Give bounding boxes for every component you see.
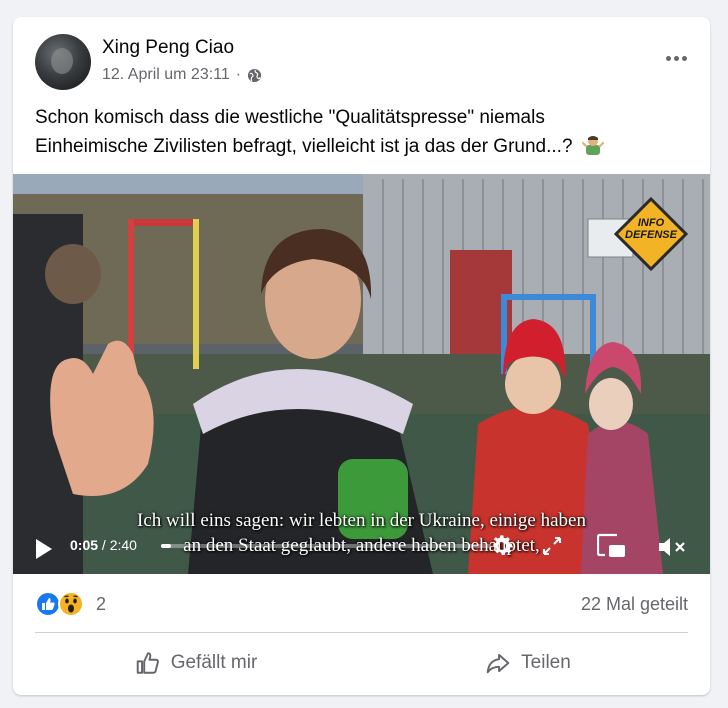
fullscreen-icon[interactable]: [540, 534, 564, 558]
video-controls: 0:05 / 2:40: [13, 530, 710, 574]
share-arrow-icon: [486, 653, 510, 674]
subtitle-line1: Ich will eins sagen: wir lebten in der U…: [137, 510, 586, 531]
reaction-icons[interactable]: [35, 591, 87, 617]
post-meta: 12. April um 23:11 ·: [102, 66, 262, 84]
progress-fill: [161, 544, 171, 548]
post-actions: Gefällt mir Teilen: [13, 633, 710, 693]
share-count[interactable]: 22 Mal geteilt: [581, 594, 688, 615]
reaction-count[interactable]: 2: [96, 594, 106, 615]
avatar[interactable]: [35, 34, 91, 90]
post-timestamp[interactable]: 12. April um 23:11: [102, 66, 230, 84]
duration: 2:40: [109, 537, 137, 553]
post-stats: 2 22 Mal geteilt: [13, 574, 710, 632]
meta-separator: ·: [235, 66, 242, 83]
post-header: Xing Peng Ciao 12. April um 23:11 ·: [13, 17, 710, 97]
like-label: Gefällt mir: [170, 652, 258, 673]
thumbs-up-icon: [136, 652, 159, 674]
share-label: Teilen: [521, 652, 571, 673]
progress-bar[interactable]: [161, 544, 491, 548]
video-player[interactable]: INFO DEFENSE Ich will eins sagen: wir le…: [13, 174, 710, 574]
video-time: 0:05 / 2:40: [70, 537, 137, 553]
play-icon[interactable]: [34, 538, 54, 560]
shrug-emoji-icon: [581, 136, 604, 155]
post-text-line1: Schon komisch dass die westliche "Qualit…: [35, 107, 545, 128]
author-name[interactable]: Xing Peng Ciao: [102, 37, 234, 59]
like-button[interactable]: Gefällt mir: [35, 641, 357, 685]
settings-gear-icon[interactable]: [488, 532, 516, 560]
wow-icon: [58, 591, 84, 617]
post-text-line2: Einheimische Zivilisten befragt, viellei…: [35, 136, 573, 157]
post-card: Xing Peng Ciao 12. April um 23:11 · Scho…: [13, 17, 710, 695]
more-options-button[interactable]: [658, 47, 694, 69]
globe-icon[interactable]: [247, 68, 262, 83]
mute-icon[interactable]: [657, 535, 689, 559]
time-separator: /: [101, 537, 106, 553]
video-watermark: INFO DEFENSE: [625, 217, 677, 241]
current-time: 0:05: [70, 537, 99, 553]
share-button[interactable]: Teilen: [368, 641, 688, 685]
picture-in-picture-icon[interactable]: [597, 533, 627, 559]
post-text: Schon komisch dass die westliche "Qualit…: [35, 103, 695, 161]
